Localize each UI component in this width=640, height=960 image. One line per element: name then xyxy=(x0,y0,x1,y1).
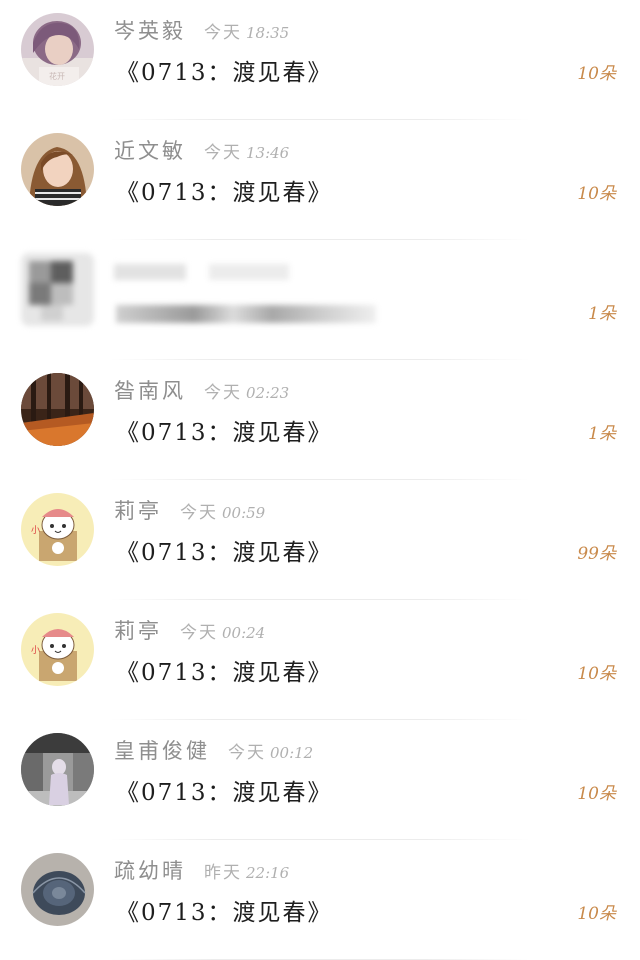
list-item[interactable]: 疏幼晴 昨天 22:16 《0713：渡见春》 10朵 xyxy=(0,840,640,960)
work-title[interactable]: 《0713：渡见春》 xyxy=(116,896,333,930)
flower-count: 10朵 xyxy=(577,64,616,84)
svg-text:小: 小 xyxy=(31,645,40,656)
work-title[interactable]: 《0713：渡见春》 xyxy=(116,176,333,210)
snail-shell-avatar[interactable] xyxy=(21,853,94,926)
gift-meta: 近文敏 今天 13:46 xyxy=(114,137,289,165)
cartoon-cat-avatar[interactable]: 小 xyxy=(21,493,94,566)
work-title[interactable]: 《0713：渡见春》 xyxy=(116,536,333,570)
woman-purple-hair-avatar[interactable]: 花开 xyxy=(21,13,94,86)
list-item[interactable]: 昝南风 今天 02:23 《0713：渡见春》 1朵 xyxy=(0,360,640,480)
woman-selfie-avatar[interactable] xyxy=(21,133,94,206)
list-item[interactable]: 小 莉亭 今天 00:59 《0713：渡见春》 99朵 xyxy=(0,480,640,600)
work-title xyxy=(116,296,376,330)
gift-time: 02:23 xyxy=(246,384,290,402)
redacted-title xyxy=(116,305,376,323)
gift-meta xyxy=(114,257,290,285)
flower-count: 10朵 xyxy=(577,664,616,684)
flower-count: 99朵 xyxy=(577,544,616,564)
sender-name[interactable]: 莉亭 xyxy=(114,619,162,643)
street-figure-avatar[interactable] xyxy=(21,733,94,806)
gift-meta: 莉亭 今天 00:59 xyxy=(114,497,265,525)
work-title[interactable]: 《0713：渡见春》 xyxy=(116,56,333,90)
flower-count: 1朵 xyxy=(588,424,616,444)
cartoon-cat-avatar[interactable]: 小 xyxy=(21,613,94,686)
list-item[interactable]: 花开 岑英毅 今天 18:35 《0713：渡见春》 10朵 xyxy=(0,0,640,120)
flower-count: 10朵 xyxy=(577,904,616,924)
sender-name[interactable]: 昝南风 xyxy=(114,379,186,403)
flower-count: 1朵 xyxy=(588,304,616,324)
blurred-avatar[interactable] xyxy=(21,253,94,326)
gift-day: 昨天 xyxy=(204,863,242,883)
list-item[interactable]: 小 莉亭 今天 00:24 《0713：渡见春》 10朵 xyxy=(0,600,640,720)
gift-time: 00:24 xyxy=(222,624,266,642)
gift-meta: 疏幼晴 昨天 22:16 xyxy=(114,857,289,885)
gift-day: 今天 xyxy=(180,623,218,643)
gift-day: 今天 xyxy=(204,23,242,43)
svg-text:小: 小 xyxy=(31,525,40,536)
sender-name[interactable]: 莉亭 xyxy=(114,499,162,523)
list-item[interactable]: 皇甫俊健 今天 00:12 《0713：渡见春》 10朵 xyxy=(0,720,640,840)
gift-meta: 皇甫俊健 今天 00:12 xyxy=(114,737,313,765)
gift-day: 今天 xyxy=(204,143,242,163)
gift-time: 18:35 xyxy=(246,24,290,42)
gift-time: 00:59 xyxy=(222,504,266,522)
work-title[interactable]: 《0713：渡见春》 xyxy=(116,416,333,450)
redacted-name xyxy=(114,263,186,280)
work-title[interactable]: 《0713：渡见春》 xyxy=(116,656,333,690)
gift-list: 花开 岑英毅 今天 18:35 《0713：渡见春》 10朵 近文敏 今天 13:46 … xyxy=(0,0,640,960)
gift-day: 今天 xyxy=(180,503,218,523)
list-item[interactable]: 近文敏 今天 13:46 《0713：渡见春》 10朵 xyxy=(0,120,640,240)
gift-day: 今天 xyxy=(228,743,266,763)
sender-name[interactable]: 皇甫俊健 xyxy=(114,739,210,763)
autumn-forest-avatar[interactable] xyxy=(21,373,94,446)
flower-count: 10朵 xyxy=(577,184,616,204)
svg-text:花开: 花开 xyxy=(49,71,65,81)
work-title[interactable]: 《0713：渡见春》 xyxy=(116,776,333,810)
gift-time: 00:12 xyxy=(270,744,314,762)
gift-time: 22:16 xyxy=(246,864,290,882)
redacted-time xyxy=(209,263,290,280)
sender-name[interactable]: 疏幼晴 xyxy=(114,859,186,883)
gift-meta: 岑英毅 今天 18:35 xyxy=(114,17,289,45)
gift-meta: 昝南风 今天 02:23 xyxy=(114,377,289,405)
sender-name[interactable]: 岑英毅 xyxy=(114,19,186,43)
sender-name[interactable]: 近文敏 xyxy=(114,139,186,163)
gift-time: 13:46 xyxy=(246,144,290,162)
flower-count: 10朵 xyxy=(577,784,616,804)
list-item[interactable]: 1朵 xyxy=(0,240,640,360)
gift-meta: 莉亭 今天 00:24 xyxy=(114,617,265,645)
gift-day: 今天 xyxy=(204,383,242,403)
